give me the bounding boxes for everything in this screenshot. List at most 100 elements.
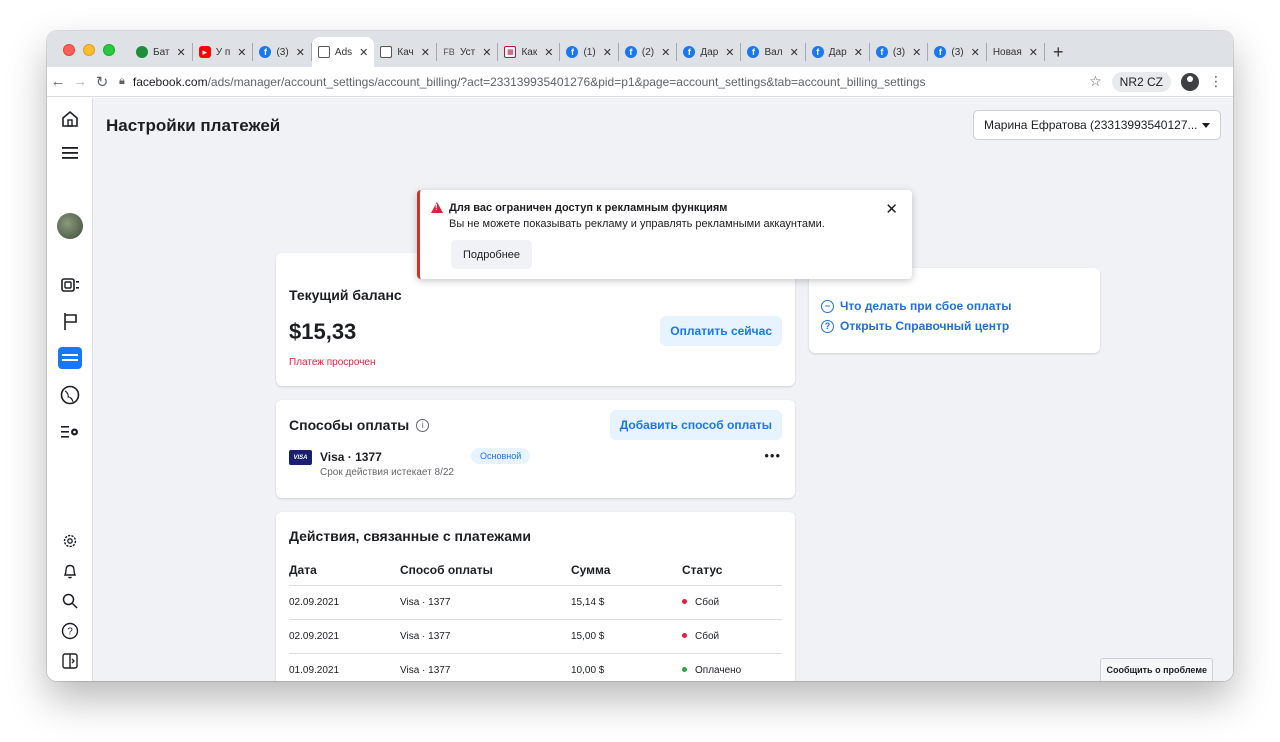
close-tab-icon[interactable]: ✕ [603, 46, 612, 59]
tab-strip: Бат ✕ ▸ У п ✕ f (3) ✕ Ads ✕ Кач ✕ FB Уст ✕ ▦ Как ✕ … [47, 31, 1233, 67]
payment-status: Платеж просрочен [289, 357, 376, 368]
close-icon[interactable]: ✕ [885, 200, 898, 218]
grid-icon: ▦ [504, 46, 517, 58]
close-tab-icon[interactable]: ✕ [912, 46, 921, 59]
bookmark-star-icon[interactable]: ☆ [1089, 73, 1102, 90]
close-tab-icon[interactable]: ✕ [482, 46, 491, 59]
info-icon[interactable]: i [416, 418, 430, 432]
browser-tab[interactable]: Новая ✕ [987, 43, 1045, 61]
more-options-icon[interactable]: ••• [764, 448, 781, 463]
flag-icon[interactable] [59, 310, 81, 332]
help-center-link[interactable]: ? Открыть Справочный центр [821, 319, 1009, 333]
tx-date: 01.09.2021 [289, 653, 400, 681]
settings-list-icon[interactable] [59, 420, 81, 442]
card-name: Visa · 1377 [320, 450, 382, 464]
gear-icon[interactable] [59, 530, 81, 552]
forward-arrow-icon[interactable]: → [69, 73, 91, 90]
balance-amount: $15,33 [289, 319, 357, 344]
page-header: Настройки платежей Марина Ефратова (2331… [93, 98, 1233, 156]
facebook-icon: f [683, 46, 696, 58]
minimize-window-button[interactable] [83, 44, 95, 56]
search-icon[interactable] [59, 590, 81, 612]
browser-tab[interactable]: Кач ✕ [374, 43, 437, 61]
panel-toggle-icon[interactable] [59, 650, 81, 672]
help-link-label: Что делать при сбое оплаты [840, 299, 1012, 313]
tab-label: (2) [641, 46, 655, 58]
close-tab-icon[interactable]: ✕ [544, 46, 553, 59]
tab-label: У п [215, 46, 231, 58]
transactions-card: Действия, связанные с платежами Дата Спо… [276, 512, 795, 681]
reload-icon[interactable]: ↻ [91, 73, 113, 91]
browser-tab[interactable]: f Дар ✕ [677, 43, 742, 61]
browser-tab-active[interactable]: Ads ✕ [311, 37, 375, 67]
menu-icon[interactable] [59, 142, 81, 164]
browser-tab[interactable]: f (2) ✕ [619, 43, 678, 61]
tab-label: Бат [153, 46, 170, 58]
close-tab-icon[interactable]: ✕ [296, 46, 305, 59]
url-path: /ads/manager/account_settings/account_bi… [207, 74, 926, 89]
close-tab-icon[interactable]: ✕ [421, 46, 430, 59]
tx-amount: 15,00 $ [571, 619, 682, 654]
browser-tab[interactable]: f (3) ✕ [928, 43, 987, 61]
help-icon[interactable]: ? [59, 620, 81, 642]
close-tab-icon[interactable]: ✕ [725, 46, 734, 59]
close-tab-icon[interactable]: ✕ [971, 46, 980, 59]
bell-icon[interactable] [59, 560, 81, 582]
learn-more-button[interactable]: Подробнее [451, 240, 533, 269]
close-tab-icon[interactable]: ✕ [790, 46, 799, 59]
new-tab-button[interactable]: + [1053, 37, 1064, 67]
close-tab-icon[interactable]: ✕ [176, 46, 185, 59]
facebook-icon: f [747, 46, 760, 58]
profile-avatar-icon[interactable] [1181, 72, 1199, 91]
report-problem-button[interactable]: Сообщить о проблеме [1100, 658, 1213, 681]
browser-tab[interactable]: f (1) ✕ [560, 43, 619, 61]
left-nav-rail: ? [47, 98, 93, 681]
browser-window: Бат ✕ ▸ У п ✕ f (3) ✕ Ads ✕ Кач ✕ FB Уст ✕ ▦ Как ✕ … [47, 31, 1233, 681]
home-icon[interactable] [59, 108, 81, 130]
browser-toolbar: ← → ↻ 🔒︎ facebook.com/ads/manager/accoun… [47, 67, 1233, 97]
close-tab-icon[interactable]: ✕ [854, 46, 863, 59]
close-tab-icon[interactable]: ✕ [359, 46, 368, 59]
pay-now-button[interactable]: Оплатить сейчас [660, 316, 782, 346]
account-selector[interactable]: Марина Ефратова (23313993540127... [973, 110, 1221, 140]
table-row[interactable]: 02.09.2021 Visa · 1377 15,00 $ Сбой [289, 619, 782, 654]
ads-manager-icon[interactable] [59, 274, 81, 296]
balance-title: Текущий баланс [289, 287, 402, 303]
close-tab-icon[interactable]: ✕ [1029, 46, 1038, 59]
maximize-window-button[interactable] [103, 44, 115, 56]
globe-icon[interactable] [59, 384, 81, 406]
table-row[interactable]: 02.09.2021 Visa · 1377 15,14 $ Сбой [289, 585, 782, 620]
help-link-label: Открыть Справочный центр [840, 319, 1010, 333]
tab-label: Вал [764, 46, 783, 58]
browser-tab[interactable]: f (3) ✕ [870, 43, 929, 61]
close-window-button[interactable] [63, 44, 75, 56]
browser-tab[interactable]: f Дар ✕ [806, 43, 870, 61]
browser-tab[interactable]: f (3) ✕ [253, 43, 312, 61]
tx-date: 02.09.2021 [289, 585, 400, 620]
facebook-icon: f [811, 46, 824, 58]
tx-status-cell: Оплачено [682, 653, 782, 681]
close-tab-icon[interactable]: ✕ [661, 46, 670, 59]
doc-icon [317, 46, 330, 58]
back-arrow-icon[interactable]: ← [47, 73, 69, 90]
address-bar[interactable]: 🔒︎ facebook.com/ads/manager/account_sett… [119, 75, 1089, 89]
browser-tab[interactable]: ▦ Как ✕ [498, 43, 561, 61]
browser-tab[interactable]: FB Уст ✕ [437, 43, 499, 61]
close-tab-icon[interactable]: ✕ [237, 46, 246, 59]
billing-icon[interactable] [58, 347, 82, 369]
tx-date: 02.09.2021 [289, 619, 400, 654]
green-circle-icon [136, 46, 148, 58]
visa-logo: VISA [289, 450, 312, 465]
tx-status: Сбой [695, 630, 720, 642]
payment-failure-link[interactable]: − Что делать при сбое оплаты [821, 299, 1012, 313]
browser-menu-icon[interactable]: ⋮ [1209, 73, 1223, 90]
add-payment-method-button[interactable]: Добавить способ оплаты [609, 410, 782, 440]
browser-tab[interactable]: Бат ✕ [130, 43, 193, 61]
status-dot-icon [682, 667, 687, 673]
browser-tab[interactable]: ▸ У п ✕ [193, 43, 254, 61]
user-avatar[interactable] [57, 213, 83, 239]
browser-tab[interactable]: f Вал ✕ [741, 43, 806, 61]
tab-label: (1) [583, 46, 596, 58]
table-row[interactable]: 01.09.2021 Visa · 1377 10,00 $ Оплачено [289, 653, 782, 681]
profile-chip[interactable]: NR2 CZ [1111, 71, 1171, 92]
